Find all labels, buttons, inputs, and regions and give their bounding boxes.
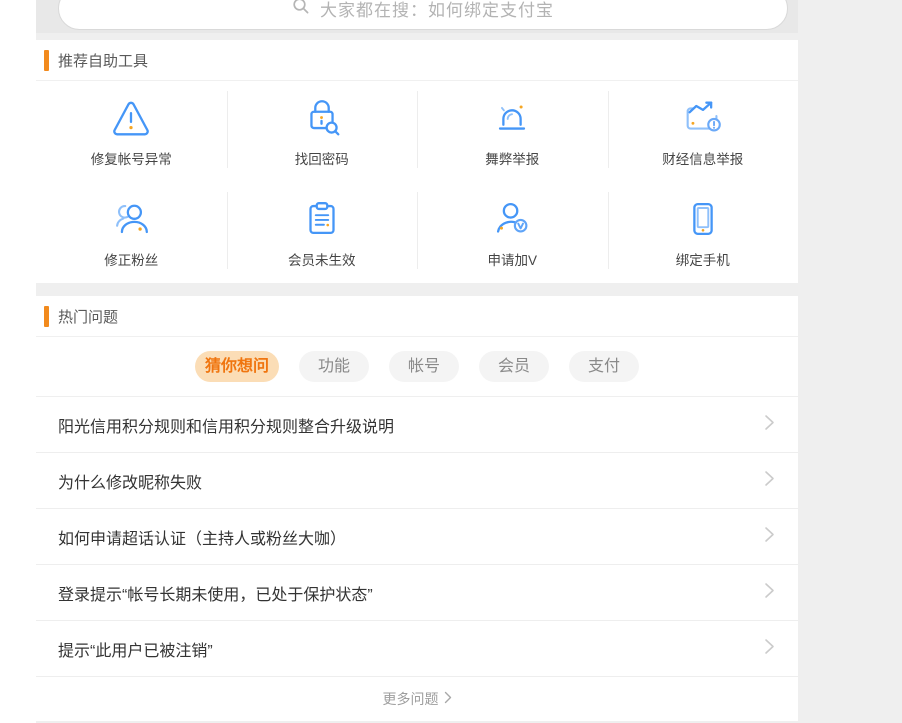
warning-triangle-icon [108, 95, 154, 141]
chevron-right-icon [764, 414, 775, 436]
search-icon [292, 0, 310, 20]
tab-features[interactable]: 功能 [299, 351, 369, 382]
question-row[interactable]: 为什么修改昵称失败 [36, 453, 798, 509]
search-input[interactable]: 大家都在搜：如何绑定支付宝 [58, 0, 788, 30]
chevron-right-icon [764, 470, 775, 492]
tool-label: 财经信息举报 [662, 148, 743, 168]
question-row[interactable]: 登录提示“帐号长期未使用，已处于保护状态” [36, 565, 798, 621]
tool-label: 修复帐号异常 [91, 148, 172, 168]
tool-label: 申请加V [487, 249, 537, 269]
section-gap [36, 33, 798, 40]
question-row[interactable]: 提示“此用户已被注销” [36, 621, 798, 677]
tool-item-retrieve-password[interactable]: 找回密码 [227, 81, 418, 182]
tab-payment[interactable]: 支付 [569, 351, 639, 382]
user-v-icon [489, 196, 535, 242]
tab-guess-you-ask[interactable]: 猜你想问 [195, 351, 279, 382]
hot-questions-card: 热门问题 猜你想问 功能 帐号 会员 支付 阳光信用积分规则和信用积分规则整合升… [36, 296, 798, 721]
more-questions-label: 更多问题 [383, 689, 439, 709]
tool-item-bind-phone[interactable]: 绑定手机 [608, 182, 799, 283]
tool-label: 舞弊举报 [485, 148, 539, 168]
tool-label: 修正粉丝 [104, 249, 158, 269]
tools-grid: 修复帐号异常 找回密码 [36, 81, 798, 283]
chevron-right-small-icon [444, 691, 452, 707]
lock-search-icon [299, 95, 345, 141]
question-text: 提示“此用户已被注销” [58, 637, 764, 661]
search-bar-area: 大家都在搜：如何绑定支付宝 [36, 0, 798, 33]
tool-item-membership-inactive[interactable]: 会员未生效 [227, 182, 418, 283]
finance-chart-icon [680, 95, 726, 141]
question-list: 阳光信用积分规则和信用积分规则整合升级说明 为什么修改昵称失败 如何申请超话认证… [36, 397, 798, 677]
orange-accent-bar [44, 306, 49, 327]
tool-label: 绑定手机 [676, 249, 730, 269]
tab-membership[interactable]: 会员 [479, 351, 549, 382]
tools-section-title: 推荐自助工具 [58, 50, 148, 71]
clipboard-icon [299, 196, 345, 242]
question-row[interactable]: 如何申请超话认证（主持人或粉丝大咖） [36, 509, 798, 565]
orange-accent-bar [44, 50, 49, 71]
tool-label: 会员未生效 [288, 249, 356, 269]
question-text: 阳光信用积分规则和信用积分规则整合升级说明 [58, 413, 764, 437]
phone-icon [680, 196, 726, 242]
chevron-right-icon [764, 582, 775, 604]
tool-label: 找回密码 [295, 148, 349, 168]
content-column: 大家都在搜：如何绑定支付宝 推荐自助工具 [36, 0, 798, 721]
users-icon [108, 196, 154, 242]
help-center-page: 大家都在搜：如何绑定支付宝 推荐自助工具 [0, 0, 902, 723]
tool-item-fraud-report[interactable]: 舞弊举报 [417, 81, 608, 182]
tool-item-apply-v[interactable]: 申请加V [417, 182, 608, 283]
tools-section-header: 推荐自助工具 [36, 40, 798, 81]
search-placeholder: 大家都在搜：如何绑定支付宝 [320, 0, 554, 21]
hot-section-title: 热门问题 [58, 306, 118, 327]
left-gutter [0, 0, 36, 723]
question-text: 为什么修改昵称失败 [58, 469, 764, 493]
question-text: 登录提示“帐号长期未使用，已处于保护状态” [58, 581, 764, 605]
question-tabs: 猜你想问 功能 帐号 会员 支付 [36, 337, 798, 397]
chevron-right-icon [764, 526, 775, 548]
chevron-right-icon [764, 638, 775, 660]
siren-icon [489, 95, 535, 141]
more-questions-button[interactable]: 更多问题 [36, 677, 798, 721]
tool-item-fix-account[interactable]: 修复帐号异常 [36, 81, 227, 182]
tool-item-fix-fans[interactable]: 修正粉丝 [36, 182, 227, 283]
hot-section-header: 热门问题 [36, 296, 798, 337]
tab-account[interactable]: 帐号 [389, 351, 459, 382]
question-text: 如何申请超话认证（主持人或粉丝大咖） [58, 525, 764, 549]
question-row[interactable]: 阳光信用积分规则和信用积分规则整合升级说明 [36, 397, 798, 453]
tools-card: 推荐自助工具 修复帐号异常 [36, 40, 798, 283]
tool-item-finance-report[interactable]: 财经信息举报 [608, 81, 799, 182]
